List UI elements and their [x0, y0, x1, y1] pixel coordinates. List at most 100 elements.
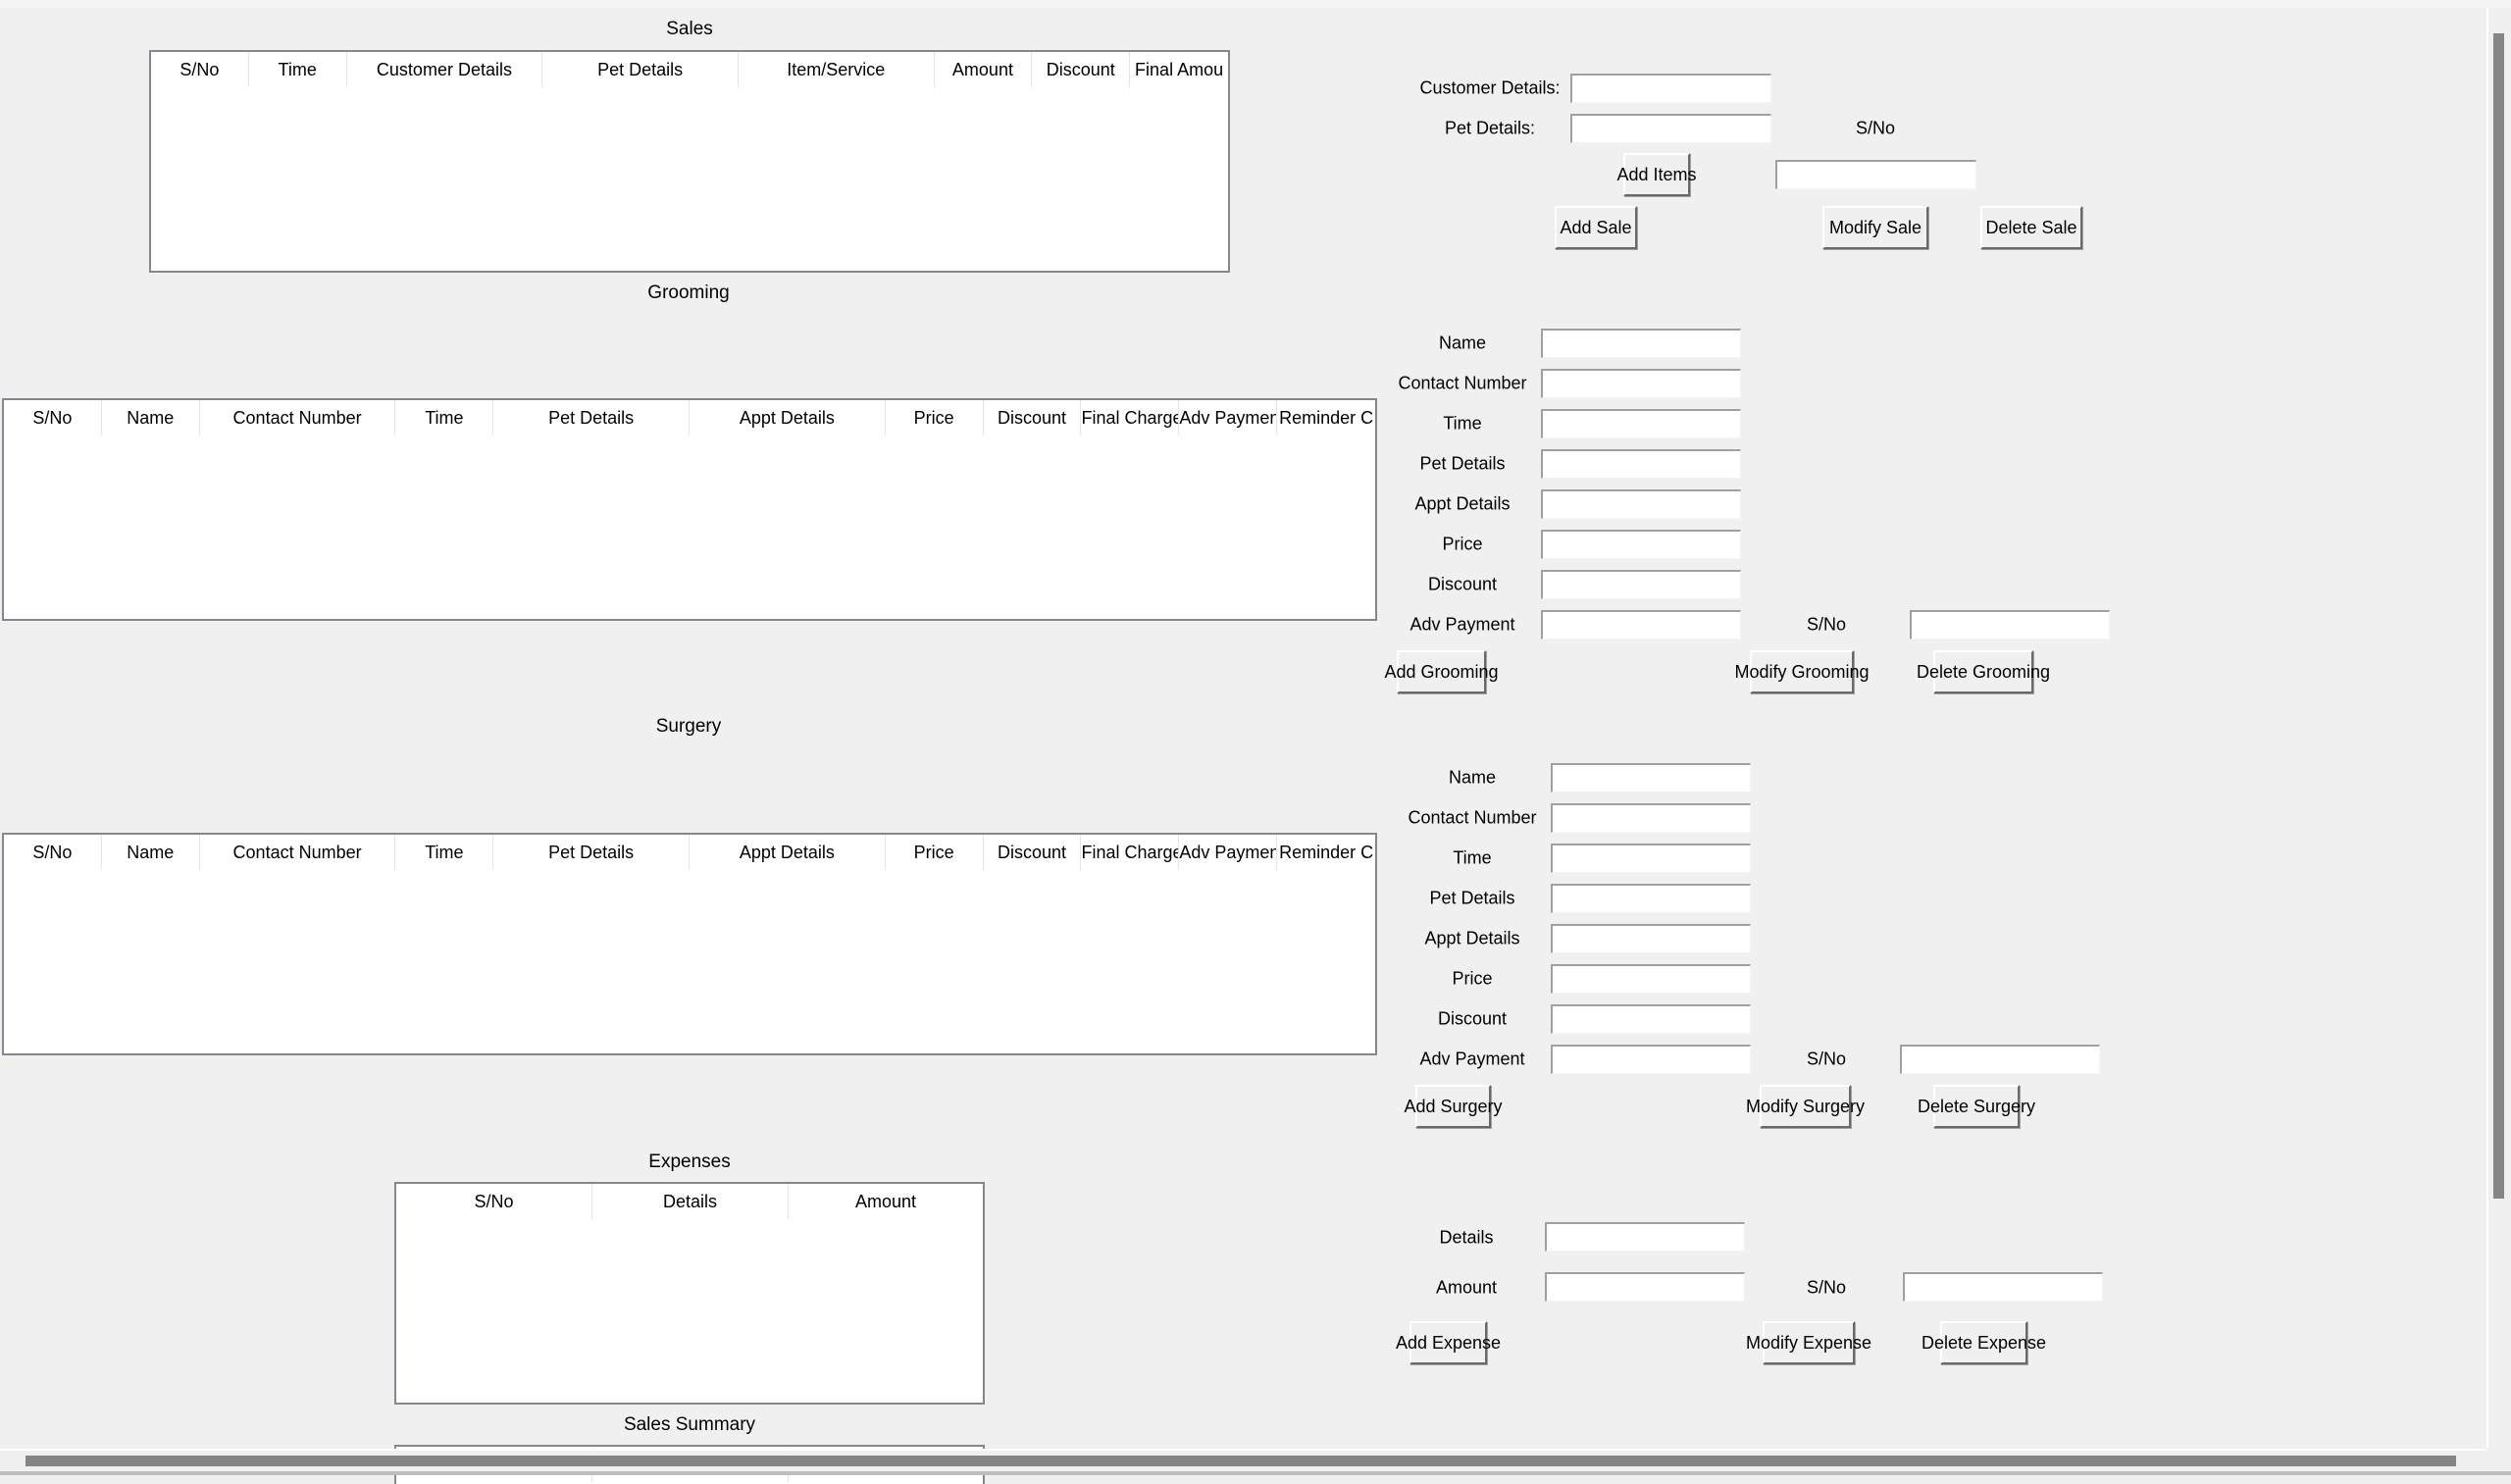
surgery-price-input[interactable] — [1551, 964, 1751, 994]
surgery-col-time[interactable]: Time — [395, 835, 494, 870]
sales-col-discount[interactable]: Discount — [1032, 52, 1131, 87]
surgery-col-final-charge[interactable]: Final Charge — [1081, 835, 1180, 870]
surgery-appt-details-label: Appt Details — [1424, 928, 1520, 948]
grooming-appt-details-label: Appt Details — [1414, 493, 1511, 514]
sales-col-time[interactable]: Time — [249, 52, 347, 87]
expenses-title: Expenses — [648, 1151, 731, 1172]
surgery-sno-input[interactable] — [1900, 1045, 2100, 1074]
grooming-time-input[interactable] — [1541, 409, 1741, 438]
surgery-table-header: S/No Name Contact Number Time Pet Detail… — [4, 835, 1375, 870]
grooming-price-input[interactable] — [1541, 530, 1741, 559]
expenses-sno-input[interactable] — [1903, 1272, 2103, 1302]
surgery-discount-input[interactable] — [1551, 1004, 1751, 1034]
grooming-pet-details-label: Pet Details — [1419, 453, 1506, 474]
surgery-table[interactable]: S/No Name Contact Number Time Pet Detail… — [2, 833, 1377, 1055]
sales-table[interactable]: S/No Time Customer Details Pet Details I… — [149, 50, 1230, 273]
sales-pet-details-label: Pet Details: — [1444, 118, 1536, 138]
grooming-col-appt-details[interactable]: Appt Details — [690, 400, 886, 435]
grooming-col-reminder[interactable]: Reminder C — [1277, 400, 1375, 435]
grooming-pet-details-input[interactable] — [1541, 449, 1741, 479]
sales-col-customer-details[interactable]: Customer Details — [347, 52, 543, 87]
surgery-pet-details-label: Pet Details — [1429, 888, 1515, 908]
grooming-table-header: S/No Name Contact Number Time Pet Detail… — [4, 400, 1375, 435]
grooming-col-sno[interactable]: S/No — [4, 400, 102, 435]
surgery-col-reminder[interactable]: Reminder C — [1277, 835, 1375, 870]
expenses-sno-label: S/No — [1806, 1277, 1847, 1298]
surgery-sno-label: S/No — [1806, 1049, 1847, 1069]
add-sale-button[interactable]: Add Sale — [1555, 206, 1637, 249]
expenses-amount-label: Amount — [1435, 1277, 1498, 1298]
surgery-col-contact-number[interactable]: Contact Number — [200, 835, 396, 870]
sales-col-amount[interactable]: Amount — [935, 52, 1033, 87]
surgery-col-appt-details[interactable]: Appt Details — [690, 835, 886, 870]
surgery-col-discount[interactable]: Discount — [984, 835, 1082, 870]
grooming-col-adv-payment[interactable]: Adv Payment — [1179, 400, 1278, 435]
expenses-details-label: Details — [1439, 1227, 1494, 1248]
grooming-col-discount[interactable]: Discount — [984, 400, 1082, 435]
grooming-col-pet-details[interactable]: Pet Details — [493, 400, 691, 435]
sales-col-item-service[interactable]: Item/Service — [739, 52, 935, 87]
surgery-col-name[interactable]: Name — [102, 835, 200, 870]
modify-sale-button[interactable]: Modify Sale — [1822, 206, 1928, 249]
surgery-adv-payment-input[interactable] — [1551, 1045, 1751, 1074]
surgery-time-input[interactable] — [1551, 844, 1751, 873]
expenses-details-input[interactable] — [1545, 1222, 1745, 1252]
grooming-sno-label: S/No — [1806, 614, 1847, 635]
surgery-contact-label: Contact Number — [1408, 807, 1537, 828]
sales-pet-details-input[interactable] — [1570, 114, 1771, 143]
sales-sno-label: S/No — [1855, 118, 1896, 138]
grooming-table[interactable]: S/No Name Contact Number Time Pet Detail… — [2, 398, 1377, 621]
surgery-discount-label: Discount — [1437, 1008, 1508, 1029]
grooming-contact-input[interactable] — [1541, 369, 1741, 398]
grooming-col-time[interactable]: Time — [395, 400, 494, 435]
vertical-scrollbar-thumb[interactable] — [2493, 33, 2504, 1199]
grooming-name-label: Name — [1438, 333, 1487, 353]
sales-sno-input[interactable] — [1775, 160, 1976, 189]
add-items-button[interactable]: Add Items — [1616, 153, 1697, 196]
sales-customer-details-label: Customer Details: — [1419, 77, 1561, 98]
grooming-adv-payment-input[interactable] — [1541, 610, 1741, 640]
surgery-adv-payment-label: Adv Payment — [1419, 1049, 1525, 1069]
grooming-time-label: Time — [1443, 413, 1482, 434]
delete-surgery-button[interactable]: Delete Surgery — [1918, 1085, 2035, 1128]
add-expense-button[interactable]: Add Expense — [1396, 1321, 1501, 1364]
surgery-name-label: Name — [1448, 767, 1497, 788]
grooming-sno-input[interactable] — [1910, 610, 2110, 640]
add-surgery-button[interactable]: Add Surgery — [1404, 1085, 1503, 1128]
sales-col-pet-details[interactable]: Pet Details — [542, 52, 739, 87]
modify-surgery-button[interactable]: Modify Surgery — [1746, 1085, 1865, 1128]
grooming-col-final-charge[interactable]: Final Charge — [1081, 400, 1180, 435]
surgery-title: Surgery — [655, 716, 722, 737]
delete-sale-button[interactable]: Delete Sale — [1980, 206, 2082, 249]
delete-expense-button[interactable]: Delete Expense — [1922, 1321, 2046, 1364]
sales-title: Sales — [666, 19, 713, 39]
horizontal-scrollbar-thumb[interactable] — [26, 1456, 2456, 1466]
modify-expense-button[interactable]: Modify Expense — [1746, 1321, 1871, 1364]
expenses-col-amount[interactable]: Amount — [789, 1184, 983, 1219]
grooming-col-name[interactable]: Name — [102, 400, 200, 435]
grooming-col-contact-number[interactable]: Contact Number — [200, 400, 396, 435]
surgery-col-adv-payment[interactable]: Adv Payment — [1179, 835, 1278, 870]
add-grooming-button[interactable]: Add Grooming — [1384, 650, 1499, 693]
modify-grooming-button[interactable]: Modify Grooming — [1734, 650, 1870, 693]
grooming-discount-input[interactable] — [1541, 570, 1741, 599]
grooming-name-input[interactable] — [1541, 329, 1741, 358]
expenses-col-details[interactable]: Details — [592, 1184, 789, 1219]
surgery-name-input[interactable] — [1551, 763, 1751, 793]
expenses-amount-input[interactable] — [1545, 1272, 1745, 1302]
grooming-col-price[interactable]: Price — [886, 400, 984, 435]
surgery-pet-details-input[interactable] — [1551, 884, 1751, 913]
surgery-col-sno[interactable]: S/No — [4, 835, 102, 870]
delete-grooming-button[interactable]: Delete Grooming — [1917, 650, 2050, 693]
surgery-col-pet-details[interactable]: Pet Details — [493, 835, 691, 870]
sales-customer-details-input[interactable] — [1570, 74, 1771, 103]
sales-col-final-amount[interactable]: Final Amou — [1130, 52, 1228, 87]
expenses-col-sno[interactable]: S/No — [396, 1184, 592, 1219]
surgery-appt-details-input[interactable] — [1551, 924, 1751, 953]
sales-col-sno[interactable]: S/No — [151, 52, 249, 87]
window-top-edge — [0, 0, 2511, 8]
expenses-table[interactable]: S/No Details Amount — [394, 1182, 985, 1405]
surgery-contact-input[interactable] — [1551, 803, 1751, 833]
grooming-appt-details-input[interactable] — [1541, 489, 1741, 519]
surgery-col-price[interactable]: Price — [886, 835, 984, 870]
